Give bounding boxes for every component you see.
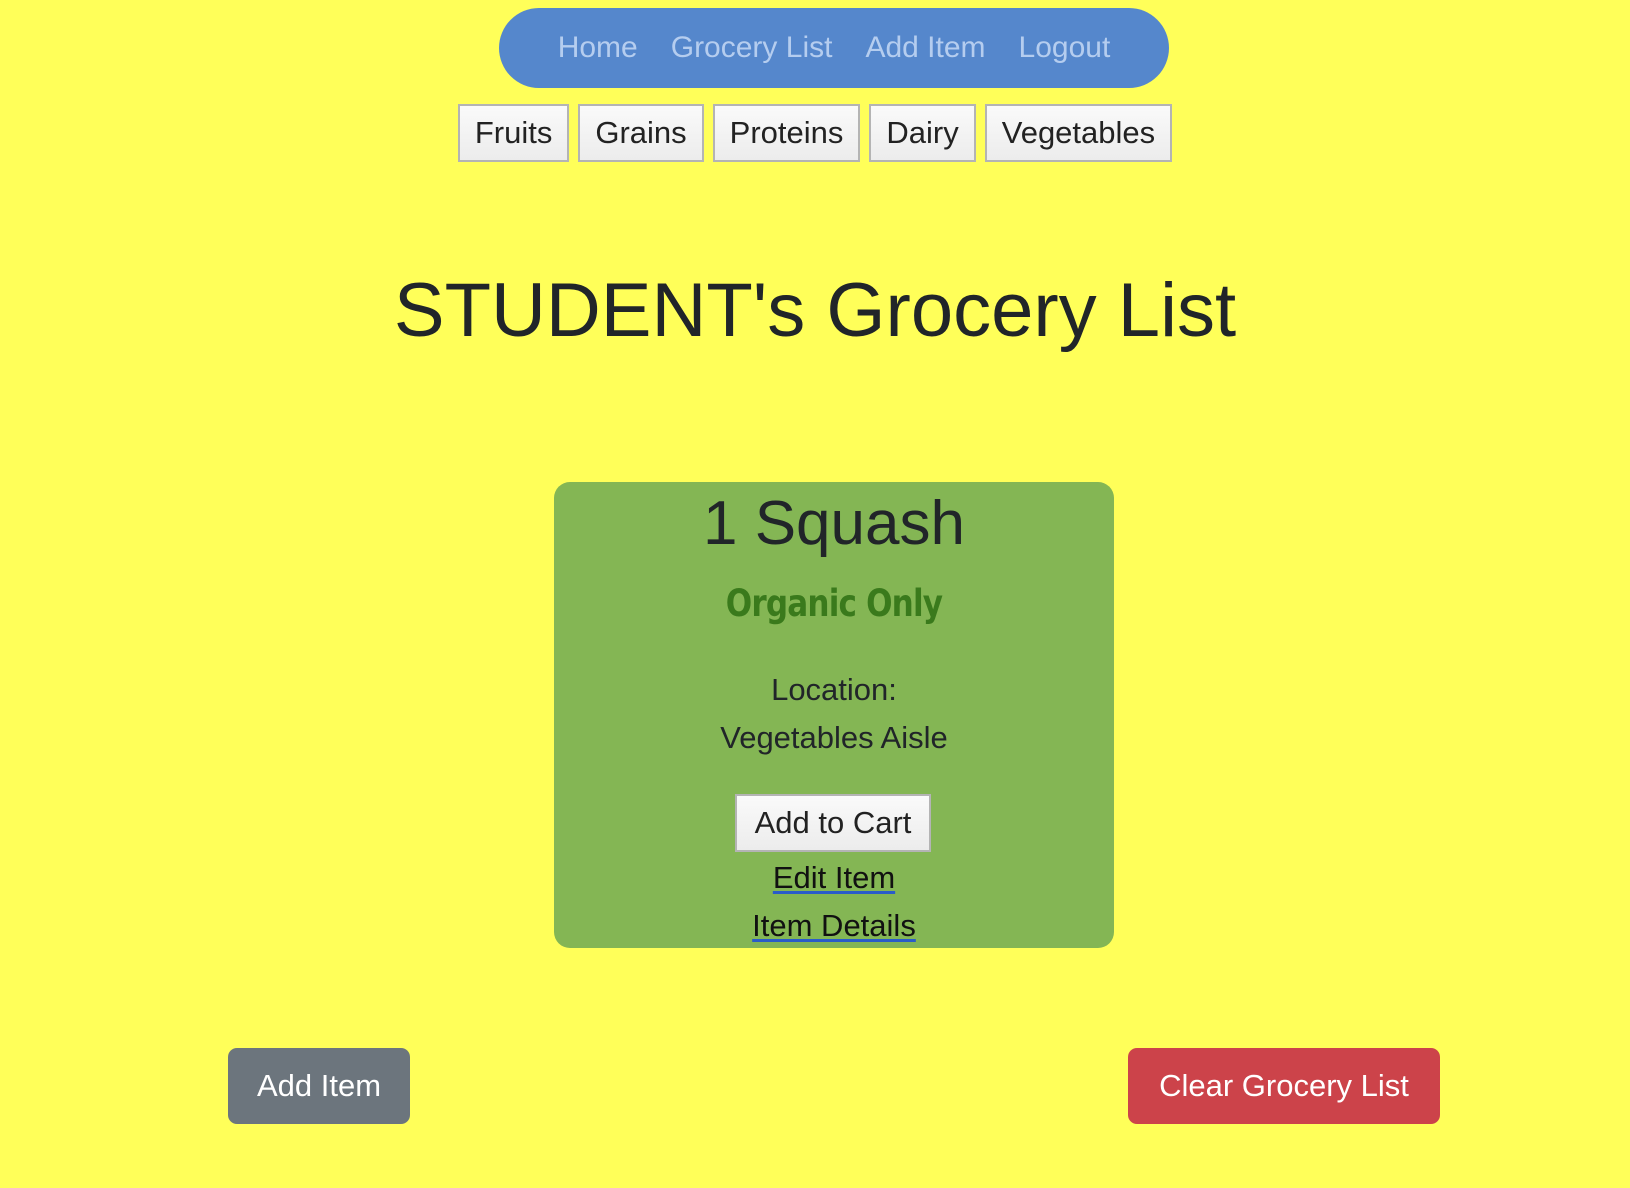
- category-proteins-button[interactable]: Proteins: [712, 104, 861, 162]
- page: Home Grocery List Add Item Logout Fruits…: [0, 0, 1630, 1188]
- edit-item-link[interactable]: Edit Item: [554, 860, 1114, 896]
- nav-home-link[interactable]: Home: [558, 31, 638, 65]
- clear-grocery-list-button[interactable]: Clear Grocery List: [1128, 1048, 1440, 1124]
- item-details-link[interactable]: Item Details: [554, 908, 1114, 944]
- category-fruits-button[interactable]: Fruits: [457, 104, 570, 162]
- nav-add-item-link[interactable]: Add Item: [865, 31, 985, 65]
- grocery-item-card: 1 Squash Organic Only Location: Vegetabl…: [554, 482, 1114, 948]
- page-title: STUDENT's Grocery List: [393, 268, 1237, 353]
- item-location-label: Location:: [771, 672, 897, 707]
- item-location: Vegetables Aisle: [720, 720, 948, 755]
- add-to-cart-button[interactable]: Add to Cart: [735, 794, 931, 852]
- nav-logout-link[interactable]: Logout: [1019, 31, 1111, 65]
- item-note: Organic Only: [725, 582, 943, 625]
- category-filter-bar: Fruits Grains Proteins Dairy Vegetables: [0, 104, 1630, 162]
- add-item-button[interactable]: Add Item: [228, 1048, 410, 1124]
- category-vegetables-button[interactable]: Vegetables: [984, 104, 1173, 162]
- top-navbar: Home Grocery List Add Item Logout: [499, 8, 1169, 88]
- item-name: 1 Squash: [703, 489, 965, 558]
- category-dairy-button[interactable]: Dairy: [869, 104, 976, 162]
- nav-grocery-list-link[interactable]: Grocery List: [671, 31, 833, 65]
- category-grains-button[interactable]: Grains: [578, 104, 704, 162]
